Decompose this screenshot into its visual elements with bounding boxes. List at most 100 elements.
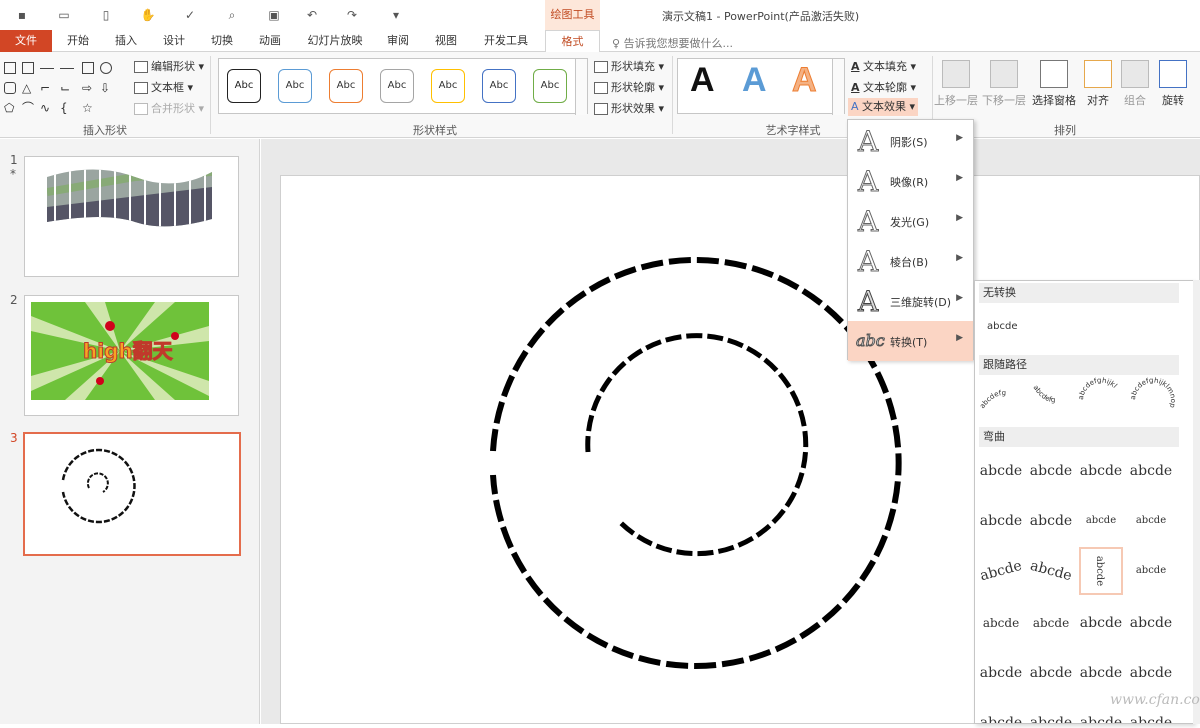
freeform-shape-icon[interactable]: ∿	[40, 102, 52, 114]
wordart-styles-gallery[interactable]: A A A	[677, 58, 845, 115]
wordart-orange[interactable]: A	[792, 61, 818, 100]
menu-item-glow[interactable]: A 发光(G) ▶	[848, 201, 973, 241]
line-shape-icon[interactable]	[40, 68, 54, 69]
brace-shape-icon[interactable]: {	[60, 102, 72, 114]
warp-option-fade-up[interactable]: abcde	[1077, 651, 1125, 695]
tab-animations[interactable]: 动画	[254, 30, 286, 52]
shape-styles-scroll[interactable]	[575, 59, 587, 115]
shape-fill-button[interactable]: 形状填充 ▾	[594, 58, 664, 76]
warp-option-arch-down[interactable]: abcde	[1027, 499, 1075, 543]
text-outline-button[interactable]: A 文本轮廓 ▾	[851, 79, 916, 97]
slide-thumbnail-2[interactable]: high翻天	[24, 295, 239, 416]
no-transform-option[interactable]: abcde	[987, 321, 1017, 332]
tell-me-box[interactable]: ♀ 告诉我您想要做什么...	[612, 35, 733, 51]
tab-file[interactable]: 文件	[0, 30, 52, 52]
send-backward-button[interactable]: 下移一层	[981, 60, 1027, 108]
style-swatch-orange[interactable]: Abc	[329, 69, 363, 103]
style-swatch-blue[interactable]: Abc	[278, 69, 312, 103]
follow-path-circle[interactable]: abcdefghijkl	[1077, 377, 1119, 400]
open-folder-icon[interactable]: ▭	[56, 7, 72, 23]
new-doc-icon[interactable]: ▯	[98, 7, 114, 23]
warp-option-square[interactable]: abcde	[977, 449, 1025, 493]
undo-icon[interactable]: ↶	[304, 7, 320, 23]
edit-shape-button[interactable]: 编辑形状 ▾	[134, 58, 204, 76]
slide-thumbnail-3[interactable]	[23, 432, 241, 556]
tab-design[interactable]: 设计	[158, 30, 190, 52]
warp-option-fade-left[interactable]: abcde	[1027, 651, 1075, 695]
arrow-shape-icon[interactable]	[60, 68, 74, 69]
warp-option-curve-up[interactable]: abcde	[975, 544, 1030, 599]
style-swatch-gray[interactable]: Abc	[380, 69, 414, 103]
selection-pane-button[interactable]: 选择窗格	[1029, 60, 1079, 108]
present-icon[interactable]: ▣	[266, 7, 282, 23]
wordart-scroll[interactable]	[832, 59, 844, 115]
triangle-shape-icon[interactable]: △	[22, 82, 34, 94]
right-arrow-shape-icon[interactable]: ⇨	[82, 82, 94, 94]
warp-option-triangle-up[interactable]: abcde	[1027, 449, 1075, 493]
slide-thumbnail-pane[interactable]: 1 * 2 high翻天 3	[0, 139, 260, 724]
connector-shape-icon[interactable]: ⌐	[40, 82, 52, 94]
align-button[interactable]: 对齐	[1081, 60, 1115, 108]
shapes-gallery[interactable]: △ ⌐ ⌙ ⇨ ⇩ ⬠ ⌒ ∿ { ☆	[4, 60, 124, 116]
textbox-shape-icon[interactable]	[4, 62, 16, 74]
warp-option-curve-down[interactable]: abcde	[1022, 544, 1080, 599]
down-arrow-shape-icon[interactable]: ⇩	[100, 82, 112, 94]
warp-option-fade-down[interactable]: abcde	[1127, 651, 1175, 695]
warp-option-circle[interactable]: abcde	[1077, 499, 1125, 543]
group-button[interactable]: 组合	[1118, 60, 1152, 108]
text-fill-button[interactable]: A 文本填充 ▾	[851, 58, 916, 76]
vertical-textbox-shape-icon[interactable]	[22, 62, 34, 74]
tab-slideshow[interactable]: 幻灯片放映	[302, 30, 368, 52]
spelling-icon[interactable]: ✓	[182, 7, 198, 23]
warp-option-wave1[interactable]: abcde	[977, 601, 1025, 645]
follow-path-options[interactable]: abcdefg abcdefg abcdefghijkl abcdefghijk…	[979, 377, 1179, 423]
menu-item-transform[interactable]: abc 转换(T) ▶	[848, 321, 973, 361]
warp-option-fade-right[interactable]: abcde	[977, 651, 1025, 695]
follow-path-arch-up[interactable]: abcdefg	[979, 389, 1006, 410]
warp-option-stacked[interactable]: abcde	[1127, 549, 1175, 593]
warp-option-circle-selected[interactable]: abcde	[1079, 547, 1123, 595]
menu-item-3d-rotation[interactable]: A 三维旋转(D) ▶	[848, 281, 973, 321]
shape-styles-gallery[interactable]: Abc Abc Abc Abc Abc Abc Abc	[218, 58, 588, 115]
tab-format[interactable]: 格式	[545, 30, 600, 53]
warp-option-arch-up[interactable]: abcde	[977, 499, 1025, 543]
oval-shape-icon[interactable]	[100, 62, 112, 74]
shape-effects-button[interactable]: 形状效果 ▾	[594, 100, 664, 118]
wordart-black[interactable]: A	[690, 61, 715, 100]
tab-review[interactable]: 审阅	[382, 30, 414, 52]
follow-path-arch-down[interactable]: abcdefg	[1031, 384, 1055, 404]
menu-item-reflection[interactable]: A 映像(R) ▶	[848, 161, 973, 201]
tab-transitions[interactable]: 切换	[206, 30, 238, 52]
wordart-blue[interactable]: A	[742, 61, 767, 100]
menu-item-bevel[interactable]: A 棱台(B) ▶	[848, 241, 973, 281]
elbow-connector-shape-icon[interactable]: ⌙	[60, 82, 72, 94]
tab-developer[interactable]: 开发工具	[478, 30, 534, 52]
style-swatch-darkblue[interactable]: Abc	[482, 69, 516, 103]
text-box-button[interactable]: 文本框 ▾	[134, 79, 193, 97]
warp-option-triangle-down[interactable]: abcde	[1077, 449, 1125, 493]
warp-option-button[interactable]: abcde	[1127, 499, 1175, 543]
tab-view[interactable]: 视图	[430, 30, 462, 52]
gallery-scrollbar[interactable]	[1193, 280, 1200, 724]
style-swatch-black[interactable]: Abc	[227, 69, 261, 103]
style-swatch-gold[interactable]: Abc	[431, 69, 465, 103]
warp-option-inflate[interactable]: abcde	[1077, 601, 1125, 645]
customize-qat-icon[interactable]: ▾	[388, 7, 404, 23]
warp-option-chevron[interactable]: abcde	[1127, 449, 1175, 493]
menu-item-shadow[interactable]: A 阴影(S) ▶	[848, 121, 973, 161]
warp-option-deflate[interactable]: abcde	[1127, 601, 1175, 645]
text-effects-button[interactable]: A 文本效果 ▾	[848, 98, 919, 116]
style-swatch-green[interactable]: Abc	[533, 69, 567, 103]
shape-outline-button[interactable]: 形状轮廓 ▾	[594, 79, 664, 97]
bring-forward-button[interactable]: 上移一层	[933, 60, 979, 108]
print-preview-icon[interactable]: ⌕	[224, 7, 240, 23]
redo-icon[interactable]: ↷	[344, 7, 360, 23]
warp-option-slant-up[interactable]: abcde	[977, 701, 1025, 723]
rounded-rect-shape-icon[interactable]	[4, 82, 16, 94]
star-shape-icon[interactable]: ☆	[82, 102, 94, 114]
warp-option-slant-down[interactable]: abcde	[1027, 701, 1075, 723]
rectangle-shape-icon[interactable]	[82, 62, 94, 74]
tab-home[interactable]: 开始	[62, 30, 94, 52]
rotate-button[interactable]: 旋转	[1156, 60, 1190, 108]
warp-option-wave2[interactable]: abcde	[1027, 601, 1075, 645]
